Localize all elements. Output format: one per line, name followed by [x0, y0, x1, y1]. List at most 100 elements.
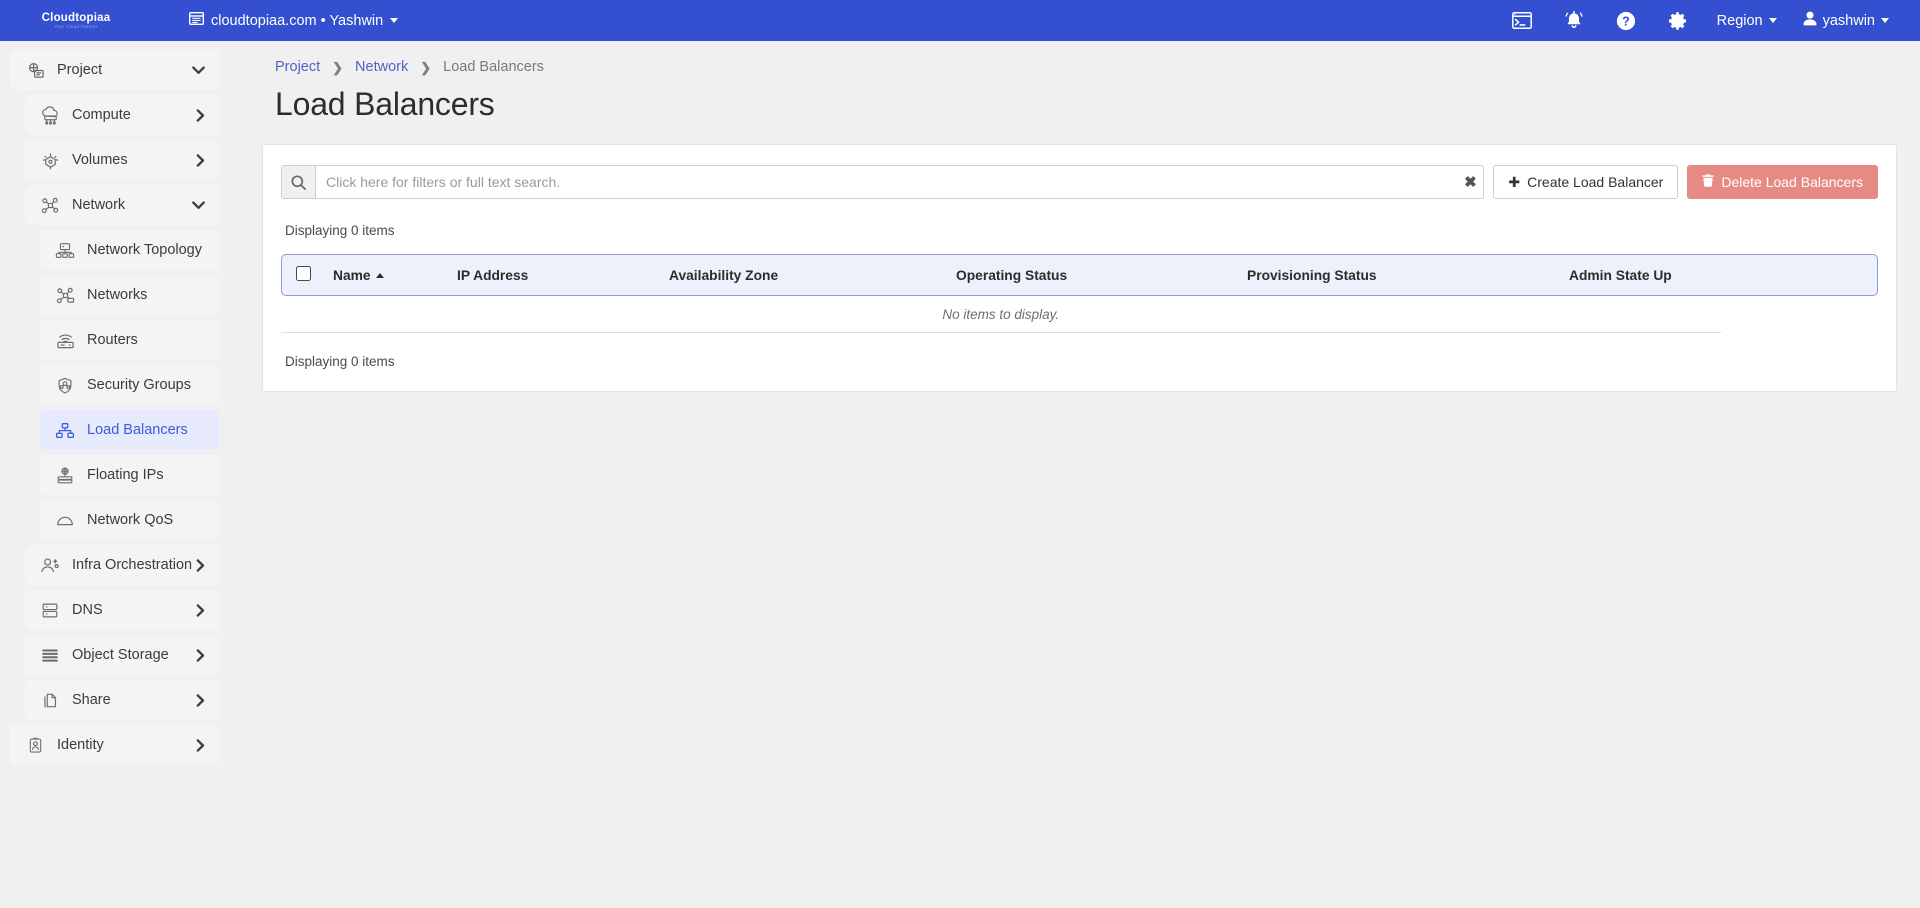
svg-text:?: ? — [1622, 14, 1630, 28]
chevron-right-icon — [196, 739, 205, 752]
router-icon — [54, 329, 76, 351]
sidebar-item-label: Networks — [87, 287, 219, 303]
brand-name: Cloudtopiaa — [42, 12, 111, 24]
navbar-actions: ? Region yashwin — [1496, 0, 1920, 41]
sidebar-item-load-balancers[interactable]: Load Balancers — [40, 410, 219, 450]
bell-icon[interactable] — [1548, 0, 1600, 41]
breadcrumb-separator-icon: ❯ — [332, 61, 343, 74]
column-header-admin-state-up[interactable]: Admin State Up — [1563, 254, 1721, 296]
column-header-provisioning-status[interactable]: Provisioning Status — [1241, 254, 1563, 296]
chevron-down-icon — [1881, 18, 1889, 23]
breadcrumb: Project ❯ Network ❯ Load Balancers — [245, 41, 1877, 75]
column-header-label: Admin State Up — [1569, 268, 1672, 283]
load-balancers-table: Name IP Address Availability Zone Operating… — [281, 254, 1878, 333]
main-content: Project ❯ Network ❯ Load Balancers Load Bala… — [230, 41, 1920, 908]
region-selector[interactable]: Region — [1704, 0, 1790, 41]
chevron-right-icon — [196, 604, 205, 617]
chevron-right-icon — [196, 559, 205, 572]
plus-icon: ✚ — [1508, 174, 1520, 191]
empty-message: No items to display. — [281, 296, 1721, 333]
breadcrumb-item-load-balancers: Load Balancers — [443, 59, 544, 75]
chevron-right-icon — [196, 154, 205, 167]
sidebar-item-dns[interactable]: DNS — [25, 590, 219, 630]
chevron-down-icon — [192, 201, 205, 210]
sidebar-item-volumes[interactable]: Volumes — [25, 140, 219, 180]
trash-icon — [1702, 174, 1714, 190]
floating-ip-icon — [54, 464, 76, 486]
user-menu[interactable]: yashwin — [1790, 0, 1902, 41]
project-context-label: cloudtopiaa.com • Yashwin — [211, 13, 383, 29]
top-navbar: Cloudtopiaa Your Cloud Partner cloudtopi… — [0, 0, 1920, 41]
column-header-label: Name — [333, 268, 371, 283]
table-empty-row: No items to display. — [281, 296, 1878, 333]
sidebar-item-security-groups[interactable]: Security Groups — [40, 365, 219, 405]
column-header-actions — [1721, 254, 1879, 296]
column-header-ip-address[interactable]: IP Address — [451, 254, 663, 296]
project-context-switcher[interactable]: cloudtopiaa.com • Yashwin — [181, 7, 406, 34]
gear-icon[interactable] — [1652, 0, 1704, 41]
sidebar-item-compute[interactable]: Compute — [25, 95, 219, 135]
column-header-availability-zone[interactable]: Availability Zone — [663, 254, 950, 296]
network-icon — [39, 194, 61, 216]
search-icon[interactable] — [282, 166, 316, 198]
clear-search-icon[interactable]: ✖ — [1457, 166, 1483, 198]
sidebar-item-label: Floating IPs — [87, 467, 219, 483]
user-icon — [1803, 11, 1817, 30]
sidebar-item-floating-ips[interactable]: Floating IPs — [40, 455, 219, 495]
console-icon[interactable] — [1496, 0, 1548, 41]
window-icon — [189, 12, 204, 29]
compute-icon — [39, 104, 61, 126]
sidebar-item-project[interactable]: Project — [10, 50, 219, 90]
search-input[interactable] — [316, 166, 1457, 198]
sidebar-item-object-storage[interactable]: Object Storage — [25, 635, 219, 675]
sidebar-item-label: Share — [72, 692, 196, 708]
region-label: Region — [1717, 13, 1763, 29]
item-count-bottom: Displaying 0 items — [281, 354, 1878, 369]
sidebar-item-routers[interactable]: Routers — [40, 320, 219, 360]
identity-icon — [24, 734, 46, 756]
shield-icon — [54, 374, 76, 396]
column-header-label: Availability Zone — [669, 268, 778, 283]
chevron-down-icon — [1769, 18, 1777, 23]
qos-icon — [54, 509, 76, 531]
chevron-right-icon — [196, 109, 205, 122]
sidebar-item-label: Security Groups — [87, 377, 219, 393]
page-title: Load Balancers — [275, 86, 1877, 123]
sidebar-item-identity[interactable]: Identity — [10, 725, 219, 765]
column-header-operating-status[interactable]: Operating Status — [950, 254, 1241, 296]
sidebar-item-infra-orchestration[interactable]: Infra Orchestration — [25, 545, 219, 585]
chevron-down-icon — [192, 66, 205, 75]
sidebar-item-label: Infra Orchestration — [72, 557, 196, 573]
sidebar-item-share[interactable]: Share — [25, 680, 219, 720]
help-icon[interactable]: ? — [1600, 0, 1652, 41]
sidebar-item-label: Network QoS — [87, 512, 219, 528]
share-icon — [39, 689, 61, 711]
sidebar-item-network[interactable]: Network — [25, 185, 219, 225]
sidebar-item-label: Network — [72, 197, 192, 213]
sidebar-item-label: Routers — [87, 332, 219, 348]
column-header-label: Operating Status — [956, 268, 1067, 283]
breadcrumb-item-project[interactable]: Project — [275, 59, 320, 75]
table-header-row: Name IP Address Availability Zone Operating… — [281, 254, 1878, 296]
sidebar-item-label: Compute — [72, 107, 196, 123]
sidebar-item-label: Load Balancers — [87, 422, 219, 438]
search-bar: ✖ — [281, 165, 1484, 199]
networks-icon — [54, 284, 76, 306]
select-all-checkbox[interactable] — [296, 266, 311, 281]
brand-tagline: Your Cloud Partner — [54, 24, 98, 30]
sidebar-item-networks[interactable]: Networks — [40, 275, 219, 315]
sidebar-item-network-topology[interactable]: Network Topology — [40, 230, 219, 270]
sidebar-navigation: Project Compute Volumes Network Network Topo… — [0, 41, 230, 908]
table-header: Name IP Address Availability Zone Operating… — [281, 254, 1878, 296]
column-header-label: IP Address — [457, 268, 528, 283]
sidebar-item-network-qos[interactable]: Network QoS — [40, 500, 219, 540]
delete-load-balancers-button[interactable]: Delete Load Balancers — [1687, 165, 1878, 199]
project-icon — [24, 59, 46, 81]
breadcrumb-separator-icon: ❯ — [420, 61, 431, 74]
brand-logo[interactable]: Cloudtopiaa Your Cloud Partner — [0, 0, 152, 41]
sidebar-item-label: Identity — [57, 737, 196, 753]
delete-load-balancers-label: Delete Load Balancers — [1721, 174, 1863, 190]
breadcrumb-item-network[interactable]: Network — [355, 59, 408, 75]
column-header-name[interactable]: Name — [327, 254, 451, 296]
create-load-balancer-button[interactable]: ✚ Create Load Balancer — [1493, 165, 1678, 199]
